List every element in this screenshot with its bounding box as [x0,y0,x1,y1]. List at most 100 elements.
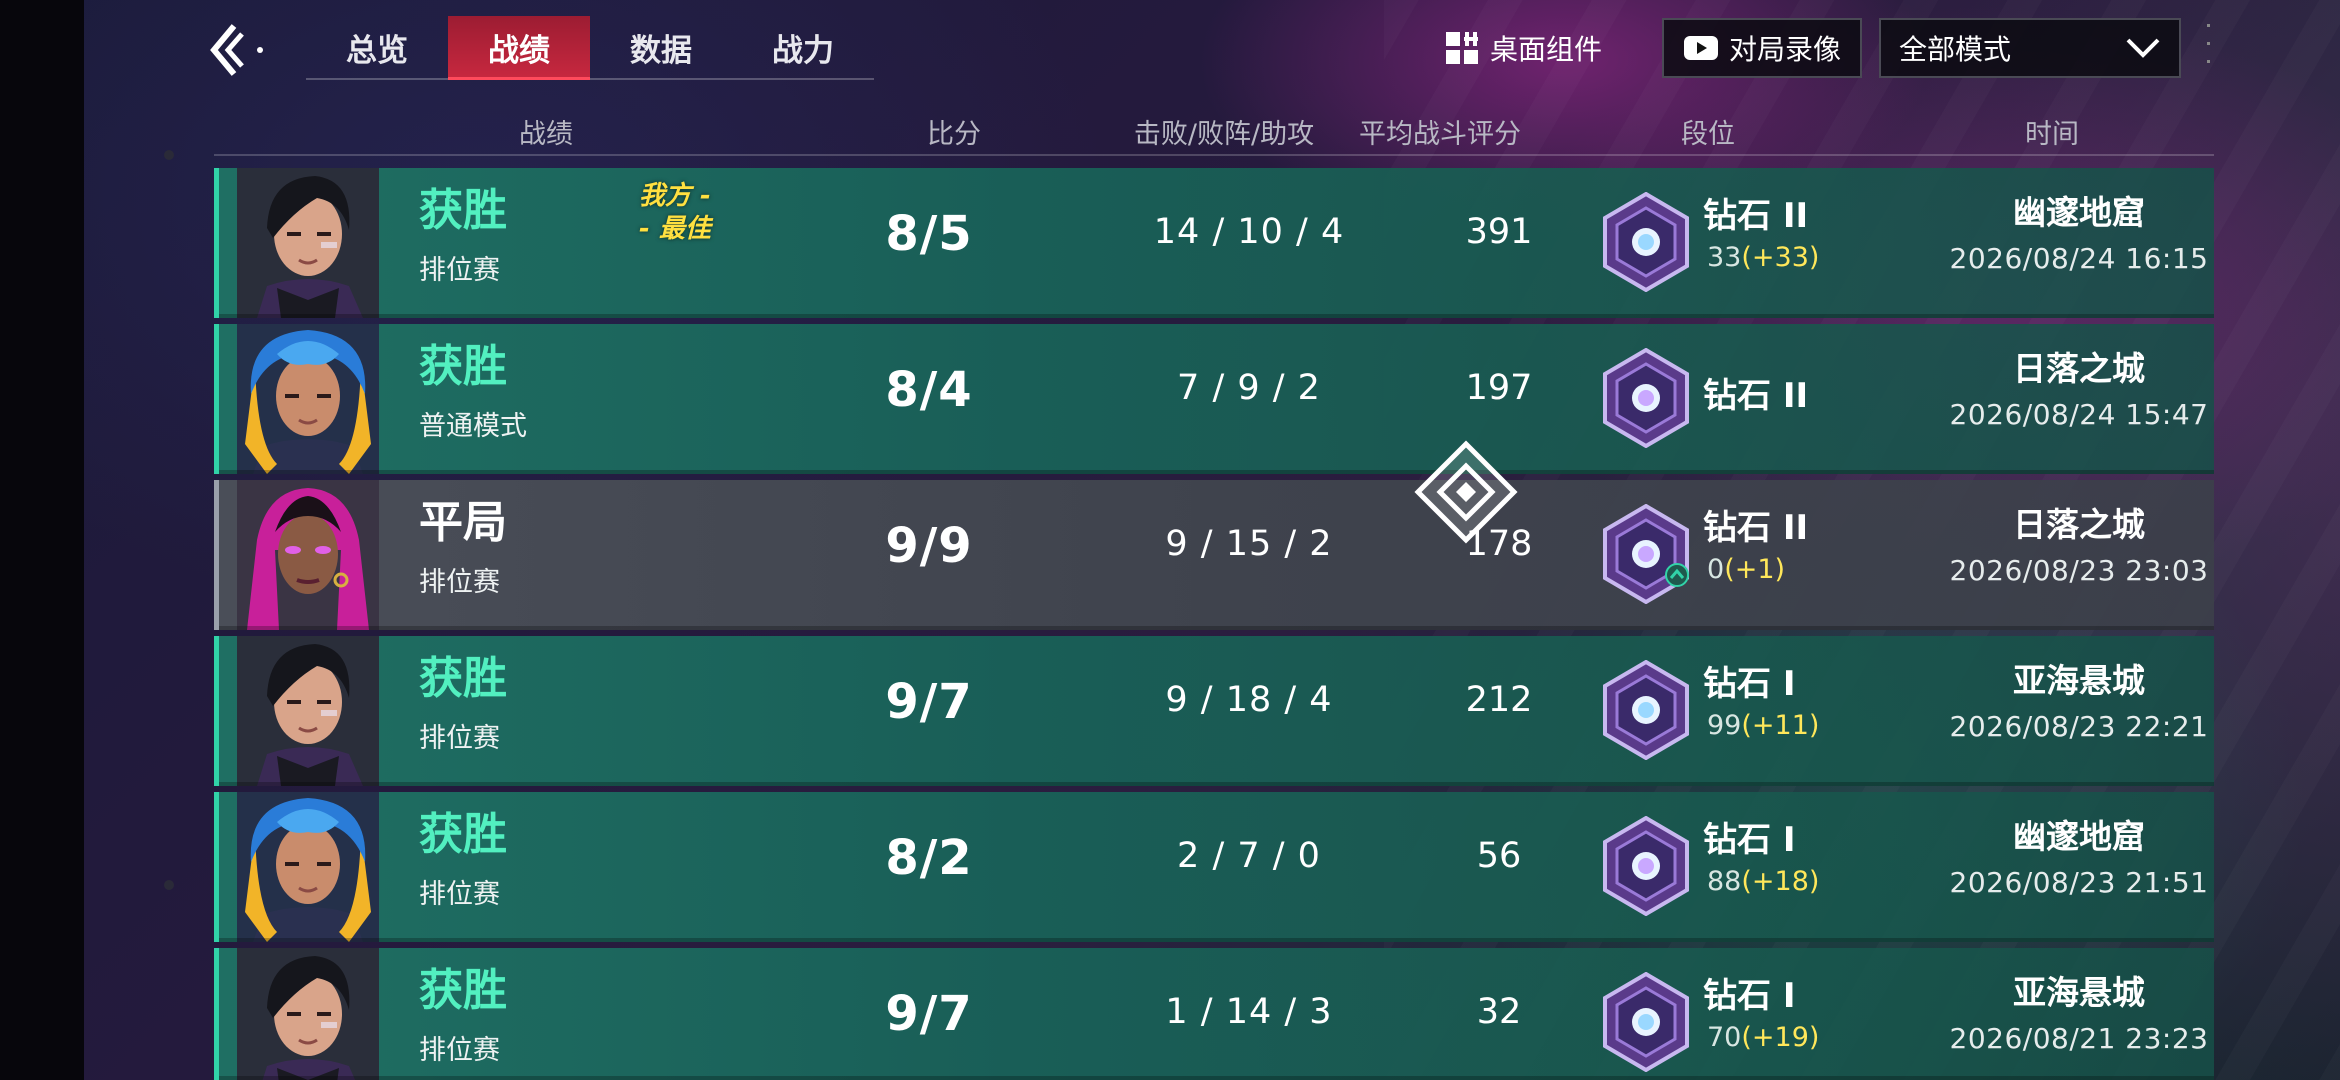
match-result: 获胜 [419,653,507,704]
match-score: 8/4 [885,362,973,418]
match-mode: 排位赛 [419,1035,500,1066]
match-kda: 14 / 10 / 4 [1153,212,1345,252]
rank-points-value: 99 [1707,710,1742,741]
agent-purple-hair-portrait [237,480,379,630]
diamond-rank-icon [1599,347,1693,449]
match-mode: 排位赛 [419,567,500,598]
agent-portrait [237,324,379,474]
agent-portrait [237,948,379,1080]
match-time: 2026/08/23 23:03 [1949,554,2209,587]
rank-name: 钻石 II [1703,508,1809,548]
match-mode: 普通模式 [419,411,527,442]
rank-points-value: 0 [1707,554,1725,585]
header-time: 时间 [2025,119,2079,150]
rank-points-delta: (+1) [1724,554,1786,585]
match-kda: 7 / 9 / 2 [1177,368,1321,408]
back-button[interactable] [204,16,274,84]
decor-dot [164,150,174,160]
agent-dark-hair-portrait [237,636,379,786]
match-result: 获胜 [419,809,507,860]
rank-points-value: 88 [1707,866,1742,897]
match-row[interactable]: 获胜 普通模式 8/4 7 / 9 / 2 197 钻石 II 日落之城 202… [214,324,2214,474]
back-arrow-icon [210,24,263,76]
avg-combat-rating: 56 [1476,836,1522,876]
match-replay-label: 对局录像 [1728,33,1841,66]
tab-overview[interactable]: 总览 [306,16,448,78]
match-mode: 排位赛 [419,255,500,286]
agent-dark-hair-portrait [237,168,379,318]
chevron-down-icon [2126,38,2160,58]
floating-assist-button[interactable] [1414,440,1518,544]
match-score: 9/9 [885,518,973,574]
map-name: 日落之城 [2013,505,2145,544]
diamond-rank-icon [1599,503,1693,605]
tab-match-record[interactable]: 战绩 [448,16,590,80]
rank-points: 33(+33) [1707,242,1819,273]
header-kda: 击败/败阵/助攻 [1133,119,1315,150]
tab-stats[interactable]: 数据 [590,16,732,78]
rank-name: 钻石 I [1703,976,1796,1016]
match-row[interactable]: 获胜 排位赛 9/7 9 / 18 / 4 212 钻石 I 99(+11) 亚… [214,636,2214,786]
desktop-widget-button[interactable]: 桌面组件 [1444,20,1602,76]
rank-name: 钻石 I [1703,664,1796,704]
widget-grid-icon [1446,32,1478,64]
rank-points-delta: (+19) [1741,1022,1820,1053]
diamond-rank-icon [1599,191,1693,293]
diamond-rank-icon [1599,815,1693,917]
match-time: 2026/08/23 22:21 [1949,710,2209,743]
diamond-rank-icon [1599,971,1693,1073]
map-name: 幽邃地窟 [2013,193,2145,232]
rank-points: 0(+1) [1707,554,1785,585]
mvp-badge: 我方 - - 最佳 [639,180,711,245]
tab-bar: 总览 战绩 数据 战力 [306,16,874,80]
header-avg-rating: 平均战斗评分 [1359,119,1521,150]
match-kda: 9 / 18 / 4 [1165,680,1333,720]
tab-power[interactable]: 战力 [732,16,874,78]
column-headers: 战绩 比分 击败/败阵/助攻 平均战斗评分 段位 时间 [214,106,2214,156]
avg-combat-rating: 212 [1465,680,1533,720]
desktop-widget-label: 桌面组件 [1490,33,1603,66]
mode-select-value: 全部模式 [1899,33,2012,66]
match-kda: 9 / 15 / 2 [1165,524,1333,564]
map-name: 日落之城 [2013,349,2145,388]
agent-blue-hair-portrait [237,324,379,474]
match-row[interactable]: 获胜 排位赛 我方 - - 最佳 8/5 14 / 10 / 4 391 钻石 … [214,168,2214,318]
match-row[interactable]: 平局 排位赛 9/9 9 / 15 / 2 178 钻石 II 0(+1) 日落… [214,480,2214,630]
rank-name: 钻石 II [1703,196,1809,236]
agent-blue-hair-portrait [237,792,379,942]
rank-points-delta: (+18) [1741,866,1820,897]
rank-points-delta: (+11) [1741,710,1820,741]
match-mode: 排位赛 [419,723,500,754]
agent-dark-hair-portrait [237,948,379,1080]
match-row[interactable]: 获胜 排位赛 8/2 2 / 7 / 0 56 钻石 I 88(+18) 幽邃地… [214,792,2214,942]
match-result: 平局 [419,497,507,548]
match-result: 获胜 [419,965,507,1016]
rank-points: 88(+18) [1707,866,1819,897]
mode-select-dropdown[interactable]: 全部模式 [1879,18,2181,78]
match-result: 获胜 [419,185,507,236]
map-name: 幽邃地窟 [2013,817,2145,856]
diamond-target-icon [1414,440,1518,544]
match-time: 2026/08/23 21:51 [1949,866,2209,899]
rank-points-delta: (+33) [1741,242,1820,273]
match-replay-button[interactable]: 对局录像 [1662,18,1862,78]
agent-portrait [237,480,379,630]
match-row[interactable]: 获胜 排位赛 9/7 1 / 14 / 3 32 钻石 I 70(+19) 亚海… [214,948,2214,1080]
agent-portrait [237,636,379,786]
match-mode: 排位赛 [419,879,500,910]
avg-combat-rating: 32 [1476,992,1522,1032]
match-time: 2026/08/24 16:15 [1949,242,2209,275]
match-kda: 1 / 14 / 3 [1165,992,1333,1032]
match-score: 8/5 [885,206,973,262]
rank-name: 钻石 I [1703,820,1796,860]
agent-portrait [237,168,379,318]
match-history-screen: 总览 战绩 数据 战力 桌面组件 对局录像 全部模式 战绩 比分 击败/败阵/助… [84,0,2340,1080]
avg-combat-rating: 197 [1465,368,1533,408]
map-name: 亚海悬城 [2013,661,2145,700]
match-score: 9/7 [885,674,973,730]
rank-up-icon [1665,563,1689,587]
rank-points-value: 33 [1707,242,1742,273]
mvp-badge-line1: 我方 - [639,181,711,211]
rank-points: 70(+19) [1707,1022,1819,1053]
rank-points-value: 70 [1707,1022,1742,1053]
